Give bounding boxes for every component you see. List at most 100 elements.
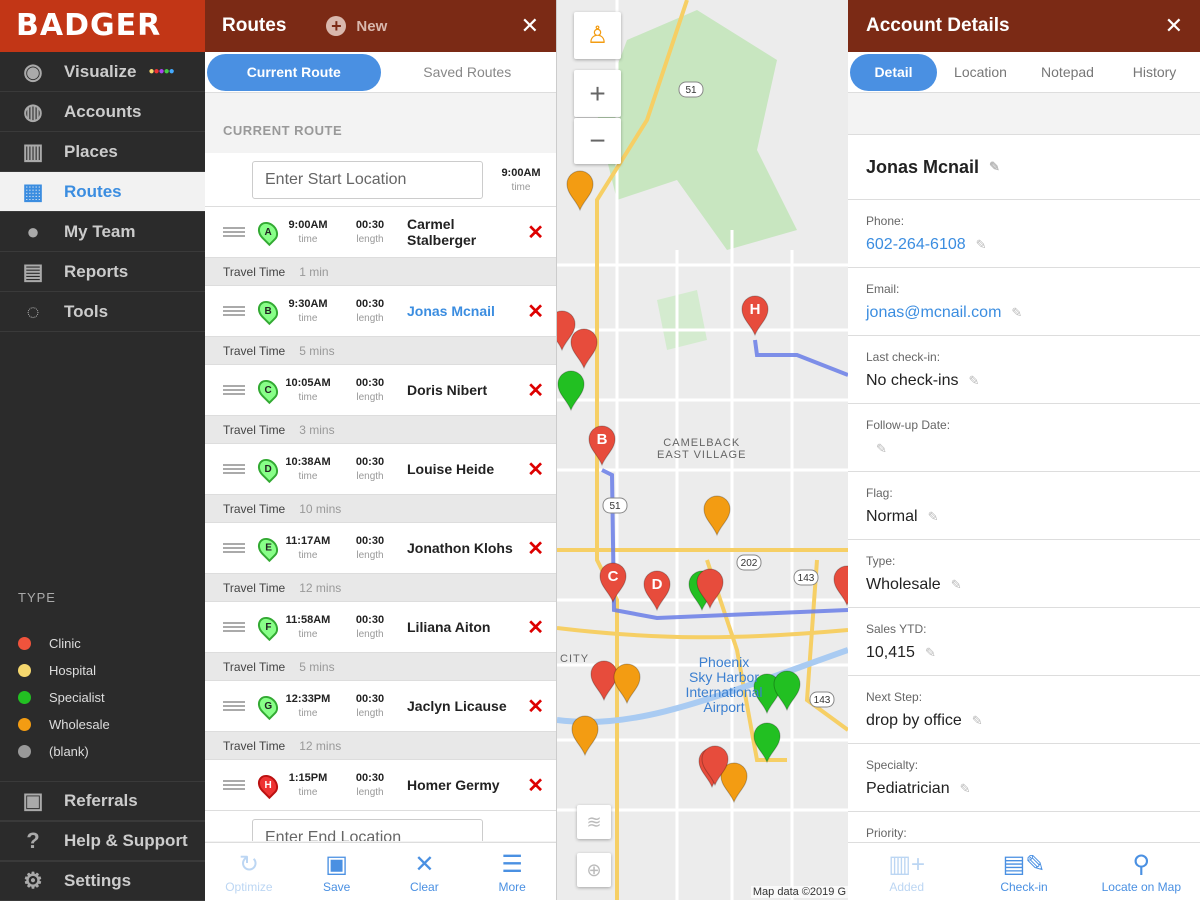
new-label: New <box>356 17 388 35</box>
street-view-pegman-icon[interactable]: ♙ <box>574 12 621 59</box>
added-button[interactable]: ▥+ Added <box>848 843 965 900</box>
routes-header: Routes + New ✕ <box>205 0 556 52</box>
remove-stop-icon[interactable]: ✕ <box>527 694 544 719</box>
sidebar-item-tools[interactable]: ◌ Tools <box>0 292 205 332</box>
layers-icon[interactable]: ≋ <box>577 805 611 839</box>
tab-saved-routes[interactable]: Saved Routes <box>381 54 555 91</box>
pencil-icon[interactable]: ✎ <box>928 509 939 524</box>
pencil-icon[interactable]: ✎ <box>972 713 983 728</box>
map-pin-icon: ⚲ <box>1132 850 1151 878</box>
close-routes-button[interactable]: ✕ <box>521 13 539 39</box>
legend-dot-icon <box>18 637 31 650</box>
svg-text:H: H <box>750 301 761 318</box>
stop-name: Louise Heide <box>407 461 495 477</box>
tab-location[interactable]: Location <box>937 54 1024 91</box>
zoom-in-button[interactable]: + <box>574 70 621 117</box>
legend-item-specialist[interactable]: Specialist <box>18 690 105 705</box>
route-stop[interactable]: E 11:17AM time 00:30 length Jonathon Klohs… <box>205 523 556 574</box>
tab-history[interactable]: History <box>1111 54 1198 91</box>
legend-dot-icon <box>18 691 31 704</box>
pencil-icon[interactable]: ✎ <box>876 441 887 456</box>
stop-length: 00:30 length <box>355 219 385 245</box>
route-stop[interactable]: B 9:30AM time 00:30 length Jonas Mcnail ✕ <box>205 286 556 337</box>
stop-length: 00:30 length <box>355 614 385 640</box>
remove-stop-icon[interactable]: ✕ <box>527 773 544 798</box>
sidebar-item-visualize[interactable]: ◉ Visualize ●●●●● <box>0 52 205 92</box>
sidebar-item-my-team[interactable]: ● My Team <box>0 212 205 252</box>
sidebar-item-settings[interactable]: ⚙ Settings <box>0 861 205 901</box>
legend-dot-icon <box>18 664 31 677</box>
map[interactable]: B H C D 51 51 202 143 143 ♙ + − ≋ ⊕ CAMELBACK EAS… <box>557 0 848 900</box>
tab-detail[interactable]: Detail <box>850 53 937 91</box>
drag-handle-icon[interactable] <box>223 622 245 632</box>
sidebar-item-help-support[interactable]: ? Help & Support <box>0 821 205 861</box>
sidebar: BADGER ◉ Visualize ●●●●● ◍ Accounts ▥ Places ▦ R… <box>0 0 205 901</box>
drag-handle-icon[interactable] <box>223 306 245 316</box>
gift-icon: ▣ <box>22 788 44 813</box>
legend-item-wholesale[interactable]: Wholesale <box>18 717 110 732</box>
route-stop[interactable]: G 12:33PM time 00:30 length Jaclyn Licause… <box>205 681 556 732</box>
field-sales-ytd: Sales YTD: 10,415 ✎ <box>848 608 1200 676</box>
remove-stop-icon[interactable]: ✕ <box>527 220 544 245</box>
new-route-button[interactable]: + New <box>326 16 387 36</box>
pencil-icon[interactable]: ✎ <box>989 159 1000 175</box>
zoom-out-button[interactable]: − <box>574 118 621 164</box>
legend-item--blank[interactable]: (blank) <box>18 744 89 759</box>
drag-handle-icon[interactable] <box>223 543 245 553</box>
route-stop[interactable]: F 11:58AM time 00:30 length Liliana Aiton … <box>205 602 556 653</box>
storefront-icon: ▥ <box>22 138 44 164</box>
sidebar-item-referrals[interactable]: ▣ Referrals <box>0 781 205 821</box>
route-stop[interactable]: A 9:00AM time 00:30 length Carmel Stalberg… <box>205 207 556 258</box>
locate-on-map-button[interactable]: ⚲ Locate on Map <box>1083 843 1200 900</box>
pencil-icon[interactable]: ✎ <box>968 373 979 388</box>
pencil-icon[interactable]: ✎ <box>925 645 936 660</box>
pencil-icon[interactable]: ✎ <box>976 237 987 252</box>
drag-handle-icon[interactable] <box>223 464 245 474</box>
remove-stop-icon[interactable]: ✕ <box>527 615 544 640</box>
route-stop[interactable]: H 1:15PM time 00:30 length Homer Germy ✕ <box>205 760 556 811</box>
save-button[interactable]: ▣ Save <box>293 843 381 900</box>
close-details-button[interactable]: ✕ <box>1165 13 1183 39</box>
stop-name: Liliana Aiton <box>407 619 491 635</box>
drag-handle-icon[interactable] <box>223 227 245 237</box>
svg-text:143: 143 <box>814 695 831 706</box>
check-in-button[interactable]: ▤✎ Check-in <box>965 843 1082 900</box>
more-button[interactable]: ☰ More <box>468 843 556 900</box>
travel-time: Travel Time 12 mins <box>205 574 556 602</box>
pencil-icon[interactable]: ✎ <box>951 577 962 592</box>
drag-handle-icon[interactable] <box>223 385 245 395</box>
drag-handle-icon[interactable] <box>223 780 245 790</box>
sidebar-item-accounts[interactable]: ◍ Accounts <box>0 92 205 132</box>
stop-length: 00:30 length <box>355 772 385 798</box>
stop-time: 11:17AM time <box>285 535 331 561</box>
svg-text:143: 143 <box>798 573 815 584</box>
remove-stop-icon[interactable]: ✕ <box>527 536 544 561</box>
route-stop[interactable]: D 10:38AM time 00:30 length Louise Heide ✕ <box>205 444 556 495</box>
locate-me-icon[interactable]: ⊕ <box>577 853 611 887</box>
start-location-input[interactable]: Enter Start Location <box>252 160 483 199</box>
end-location-input[interactable]: Enter End Location <box>252 819 483 841</box>
legend-item-clinic[interactable]: Clinic <box>18 636 81 651</box>
clear-button[interactable]: ✕ Clear <box>381 843 469 900</box>
tab-notepad[interactable]: Notepad <box>1024 54 1111 91</box>
remove-stop-icon[interactable]: ✕ <box>527 378 544 403</box>
sidebar-item-places[interactable]: ▥ Places <box>0 132 205 172</box>
details-title: Account Details <box>866 15 1010 36</box>
remove-stop-icon[interactable]: ✕ <box>527 457 544 482</box>
stop-length: 00:30 length <box>355 298 385 324</box>
floppy-icon: ▣ <box>325 850 348 878</box>
tab-current-route[interactable]: Current Route <box>207 53 381 91</box>
sidebar-item-routes[interactable]: ▦ Routes <box>0 172 205 212</box>
remove-stop-icon[interactable]: ✕ <box>527 299 544 324</box>
legend-item-hospital[interactable]: Hospital <box>18 663 96 678</box>
pencil-icon[interactable]: ✎ <box>1011 305 1022 320</box>
route-stop[interactable]: C 10:05AM time 00:30 length Doris Nibert ✕ <box>205 365 556 416</box>
optimize-button[interactable]: ↻ Optimize <box>205 843 293 900</box>
sidebar-item-reports[interactable]: ▤ Reports <box>0 252 205 292</box>
stop-name[interactable]: Jonas Mcnail <box>401 303 527 319</box>
start-time: 9:00AM time <box>501 166 541 193</box>
stop-time: 12:33PM time <box>285 693 331 719</box>
pencil-icon[interactable]: ✎ <box>960 781 971 796</box>
drag-handle-icon[interactable] <box>223 701 245 711</box>
svg-text:C: C <box>608 568 619 585</box>
